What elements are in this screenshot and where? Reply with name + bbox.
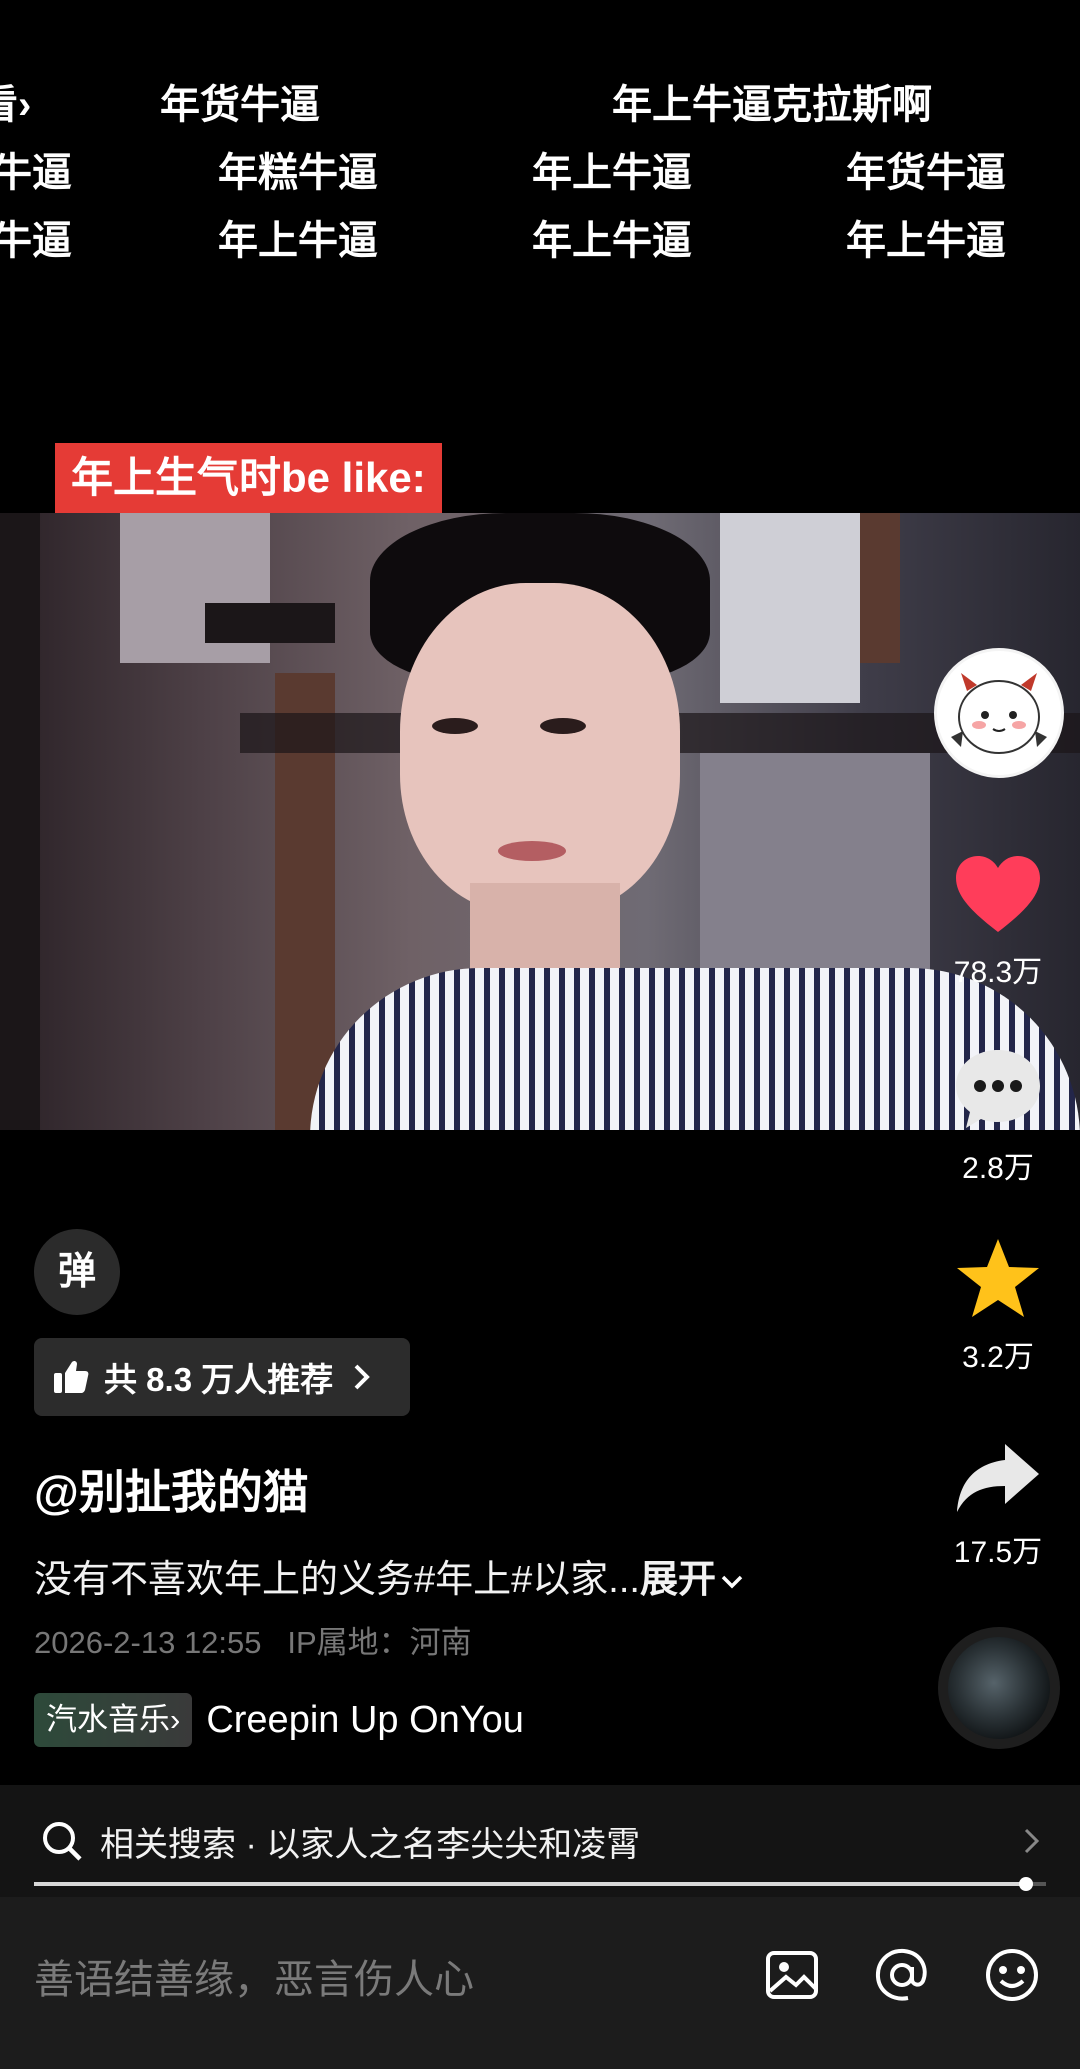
- favorite-count: 3.2万: [962, 1341, 1034, 1374]
- danmu-text: 年上牛逼: [846, 219, 1006, 260]
- danmu-text: 年上牛逼: [532, 219, 692, 260]
- like-button[interactable]: 78.3万: [938, 852, 1058, 991]
- danmu-text: 年上牛逼: [218, 219, 378, 260]
- danmu-text: 年上牛逼: [532, 151, 692, 195]
- thumbs-up-icon: [54, 1360, 89, 1393]
- danmu-area: 看› 年货牛逼 年上牛逼克拉斯啊 牛逼 年糕牛逼 年上牛逼 年货牛逼 牛逼 年上…: [0, 0, 1080, 260]
- recommend-button[interactable]: 共 8.3 万人推荐: [34, 1338, 410, 1416]
- danmu-text: 牛逼: [0, 219, 72, 260]
- chevron-down-icon: [721, 1575, 743, 1589]
- chevron-right-icon: [354, 1364, 371, 1390]
- chevron-right-icon: [1024, 1828, 1040, 1854]
- danmu-text: 年货牛逼: [846, 151, 1006, 195]
- video-player[interactable]: [0, 513, 1080, 1130]
- search-icon: [43, 1822, 82, 1861]
- comment-input[interactable]: 善语结善缘，恶言伤人心: [34, 1947, 474, 2005]
- music-row[interactable]: 汽水音乐› Creepin Up OnYou: [34, 1693, 524, 1747]
- comment-icon: [956, 1050, 1040, 1128]
- author-avatar[interactable]: [934, 648, 1064, 778]
- comment-bar: 善语结善缘，恶言伤人心: [0, 1897, 1080, 2069]
- video-description[interactable]: 没有不喜欢年上的义务#年上#以家...展开: [34, 1548, 744, 1603]
- like-count: 78.3万: [953, 956, 1043, 989]
- emoji-icon[interactable]: [982, 1945, 1042, 2005]
- share-arrow-icon: [957, 1444, 1039, 1512]
- progress-knob[interactable]: [1018, 1877, 1033, 1891]
- danmu-toggle-button[interactable]: 弹: [34, 1229, 120, 1315]
- post-meta: 2026-2-13 12:55 IP属地：河南: [34, 1617, 472, 1662]
- related-search-text: 相关搜索 · 以家人之名李尖尖和凌霄: [100, 1825, 641, 1864]
- comment-count: 2.8万: [962, 1152, 1034, 1185]
- music-app-tag[interactable]: 汽水音乐›: [34, 1693, 193, 1747]
- music-name: Creepin Up OnYou: [206, 1698, 524, 1741]
- expand-button[interactable]: 展开: [640, 1559, 716, 1601]
- comment-button[interactable]: 2.8万: [938, 1046, 1058, 1187]
- image-icon[interactable]: [762, 1945, 822, 2005]
- music-disc[interactable]: [938, 1627, 1060, 1749]
- favorite-button[interactable]: 3.2万: [938, 1235, 1058, 1376]
- at-mention-icon[interactable]: [872, 1945, 932, 2005]
- danmu-text: 年货牛逼: [160, 83, 320, 127]
- danmu-text: 看›: [0, 83, 32, 127]
- star-icon: [957, 1239, 1039, 1317]
- video-progress-bar[interactable]: [34, 1877, 1046, 1891]
- recommend-label: 共 8.3 万人推荐: [104, 1361, 334, 1398]
- share-button[interactable]: 17.5万: [938, 1440, 1058, 1571]
- description-text: 没有不喜欢年上的义务#年上#以家...: [34, 1559, 640, 1601]
- heart-icon: [956, 856, 1040, 932]
- danmu-text: 年糕牛逼: [218, 151, 378, 195]
- progress-fill: [34, 1882, 1026, 1886]
- author-name[interactable]: @别扯我的猫: [34, 1456, 309, 1522]
- ip-location: IP属地：河南: [287, 1625, 472, 1660]
- post-date: 2026-2-13 12:55: [34, 1625, 262, 1660]
- danmu-text: 年上牛逼克拉斯啊: [612, 83, 932, 127]
- related-search[interactable]: 相关搜索 · 以家人之名李尖尖和凌霄: [0, 1785, 1080, 1897]
- share-count: 17.5万: [953, 1536, 1043, 1569]
- danmu-text: 牛逼: [0, 151, 72, 195]
- video-caption: 年上生气时be like:: [55, 443, 442, 513]
